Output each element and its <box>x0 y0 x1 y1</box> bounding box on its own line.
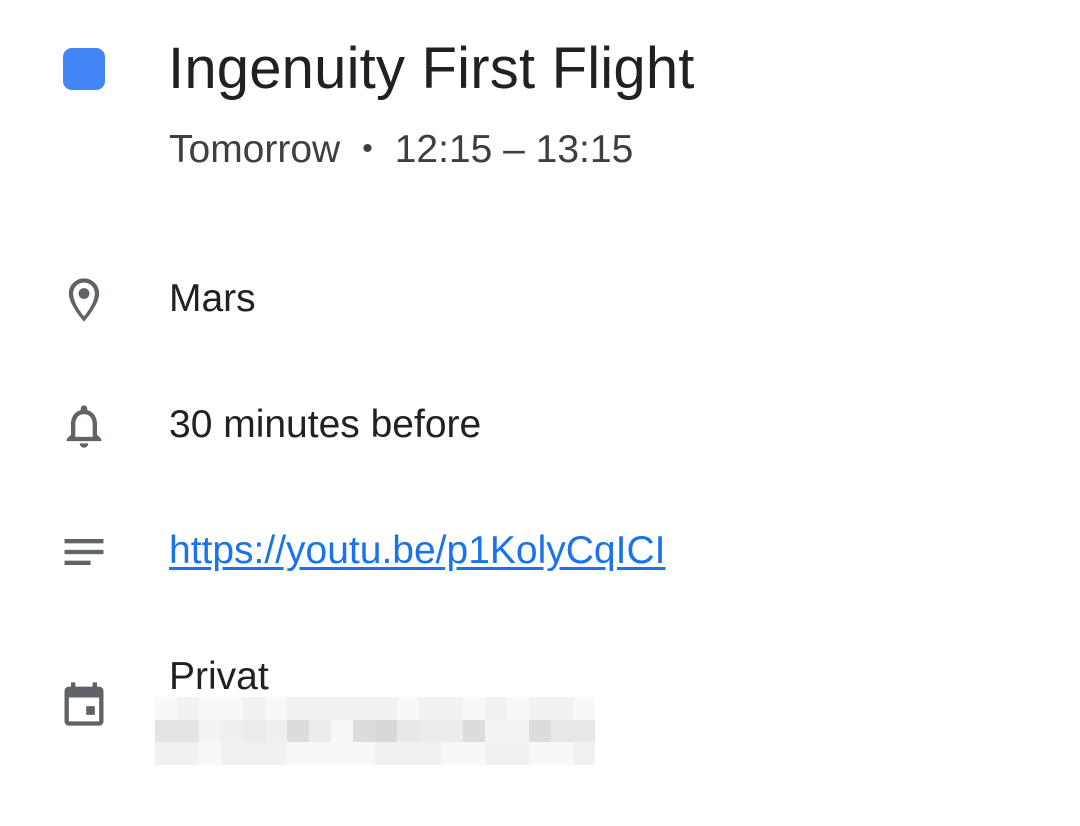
event-datetime: Tomorrow • 12:15 – 13:15 <box>169 126 633 173</box>
event-color-swatch <box>63 48 105 90</box>
location-text: Mars <box>169 277 256 320</box>
description-row: https://youtu.be/p1KolyCqICI <box>0 522 1080 582</box>
event-title: Ingenuity First Flight <box>168 36 695 101</box>
reminder-text: 30 minutes before <box>169 403 482 446</box>
event-time-range: 12:15 – 13:15 <box>394 128 634 171</box>
reminder-row[interactable]: 30 minutes before <box>0 396 1080 456</box>
redacted-account-email <box>155 697 595 765</box>
separator-dot: • <box>362 132 373 165</box>
bell-icon <box>58 400 110 452</box>
calendar-name: Privat <box>169 655 269 698</box>
event-day: Tomorrow <box>169 128 341 171</box>
location-row[interactable]: Mars <box>0 270 1080 330</box>
description-link[interactable]: https://youtu.be/p1KolyCqICI <box>169 528 665 574</box>
calendar-icon <box>58 678 110 730</box>
location-pin-icon <box>58 274 110 326</box>
notes-icon <box>58 526 110 578</box>
event-details-view: Ingenuity First Flight Tomorrow • 12:15 – … <box>0 0 1080 826</box>
